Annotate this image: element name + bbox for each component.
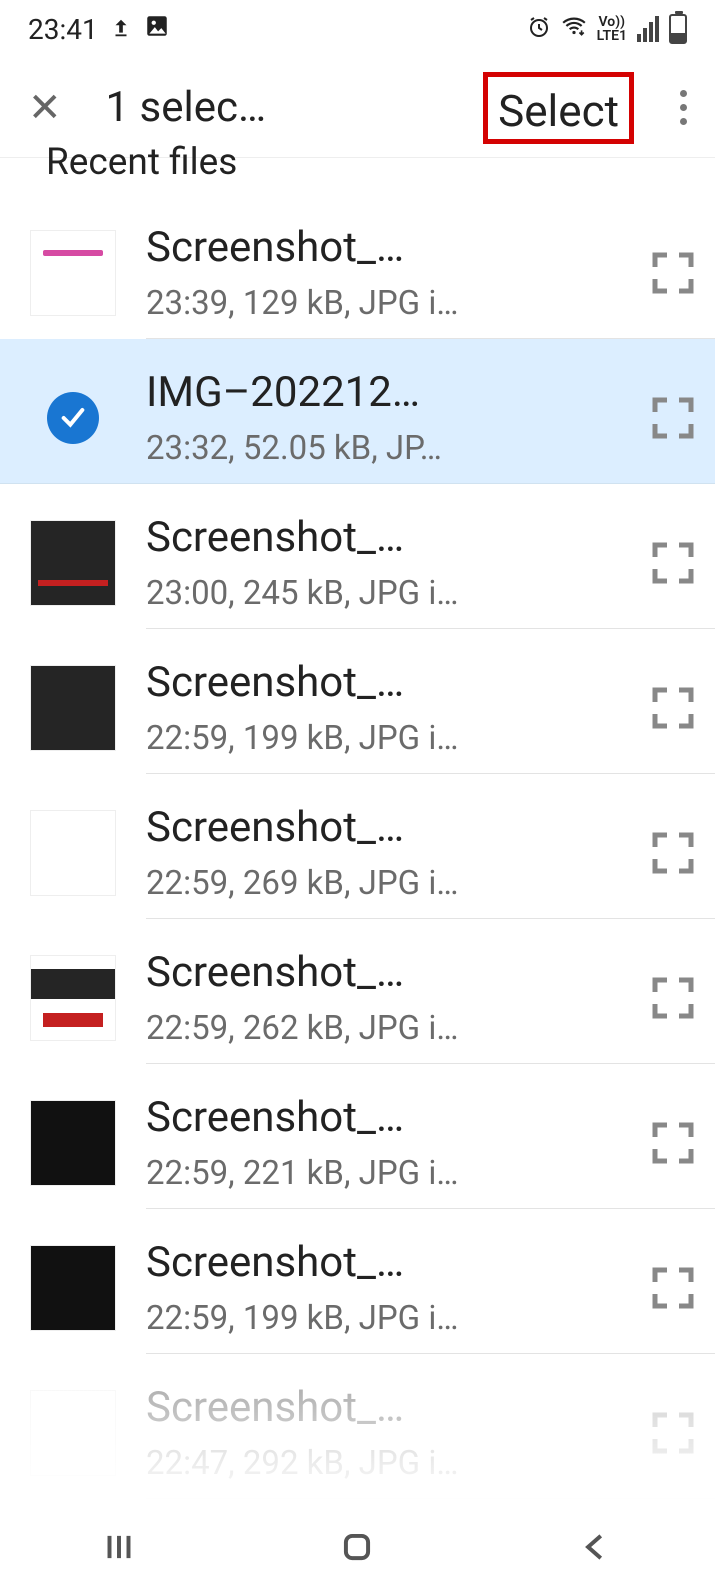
file-name: Screenshot_…: [146, 803, 620, 852]
overflow-menu-icon[interactable]: [680, 90, 687, 125]
section-title: Recent files: [0, 141, 715, 177]
file-row[interactable]: IMG–202212… 23:32, 52.05 kB, JP…: [0, 339, 715, 484]
file-name: Screenshot_…: [146, 513, 620, 562]
file-meta: 23:00, 245 kB, JPG i…: [146, 574, 620, 613]
system-nav-bar: [0, 1503, 715, 1591]
file-name: Screenshot_…: [146, 1238, 620, 1287]
expand-icon[interactable]: [630, 1264, 715, 1312]
file-meta: 23:32, 52.05 kB, JP…: [146, 429, 620, 468]
file-name: Screenshot_…: [146, 1383, 620, 1432]
file-name: Screenshot_…: [146, 223, 620, 272]
file-meta: 22:47, 292 kB, JPG i…: [146, 1444, 620, 1483]
file-row[interactable]: Screenshot_… 23:39, 129 kB, JPG i…: [146, 194, 715, 339]
file-meta: 23:39, 129 kB, JPG i…: [146, 284, 620, 323]
expand-icon[interactable]: [630, 684, 715, 732]
file-thumbnail[interactable]: [0, 796, 146, 911]
expand-icon[interactable]: [630, 249, 715, 297]
status-bar: 23:41 Vo)) LTE1: [0, 0, 715, 58]
expand-icon[interactable]: [630, 539, 715, 587]
file-row[interactable]: Screenshot_… 22:59, 199 kB, JPG i…: [146, 1209, 715, 1354]
file-meta: 22:59, 269 kB, JPG i…: [146, 864, 620, 903]
file-row[interactable]: Screenshot_… 22:59, 262 kB, JPG i…: [146, 919, 715, 1064]
network-indicator: Vo)) LTE1: [597, 15, 627, 43]
file-name: IMG–202212…: [146, 368, 620, 417]
file-meta: 22:59, 221 kB, JPG i…: [146, 1154, 620, 1193]
signal-icon: [637, 16, 659, 42]
file-name: Screenshot_…: [146, 658, 620, 707]
file-meta: 22:59, 199 kB, JPG i…: [146, 1299, 620, 1338]
file-meta: 22:59, 262 kB, JPG i…: [146, 1009, 620, 1048]
file-thumbnail[interactable]: [0, 361, 146, 476]
select-action-button[interactable]: Select: [483, 72, 634, 144]
file-name: Screenshot_…: [146, 1093, 620, 1142]
selection-count-title: 1 selec…: [106, 83, 336, 132]
expand-icon[interactable]: [630, 829, 715, 877]
home-button[interactable]: [332, 1522, 382, 1572]
file-meta: 22:59, 199 kB, JPG i…: [146, 719, 620, 758]
expand-icon[interactable]: [630, 974, 715, 1022]
file-row[interactable]: Screenshot_… 22:59, 221 kB, JPG i…: [146, 1064, 715, 1209]
expand-icon[interactable]: [630, 1409, 715, 1457]
file-list: Screenshot_… 23:39, 129 kB, JPG i… IMG–202…: [0, 194, 715, 1499]
file-thumbnail[interactable]: [0, 1231, 146, 1346]
alarm-icon: [527, 13, 551, 46]
battery-icon: [669, 14, 687, 44]
selected-check-icon: [47, 392, 99, 444]
file-thumbnail[interactable]: [0, 1376, 146, 1491]
status-time: 23:41: [28, 13, 98, 46]
expand-icon[interactable]: [630, 394, 715, 442]
file-thumbnail[interactable]: [0, 216, 146, 331]
close-icon[interactable]: ✕: [28, 84, 62, 131]
file-name: Screenshot_…: [146, 948, 620, 997]
file-thumbnail[interactable]: [0, 1086, 146, 1201]
file-thumbnail[interactable]: [0, 941, 146, 1056]
file-row[interactable]: Screenshot_… 22:59, 199 kB, JPG i…: [146, 629, 715, 774]
file-thumbnail[interactable]: [0, 651, 146, 766]
wifi-icon: [561, 13, 587, 46]
file-thumbnail[interactable]: [0, 506, 146, 621]
recent-apps-button[interactable]: [94, 1522, 144, 1572]
back-button[interactable]: [571, 1522, 621, 1572]
upload-icon: [110, 13, 132, 46]
image-icon: [144, 13, 170, 46]
expand-icon[interactable]: [630, 1119, 715, 1167]
file-row[interactable]: Screenshot_… 22:59, 269 kB, JPG i…: [146, 774, 715, 919]
file-row[interactable]: Screenshot_… 23:00, 245 kB, JPG i…: [146, 484, 715, 629]
file-row[interactable]: Screenshot_… 22:47, 292 kB, JPG i…: [146, 1354, 715, 1499]
